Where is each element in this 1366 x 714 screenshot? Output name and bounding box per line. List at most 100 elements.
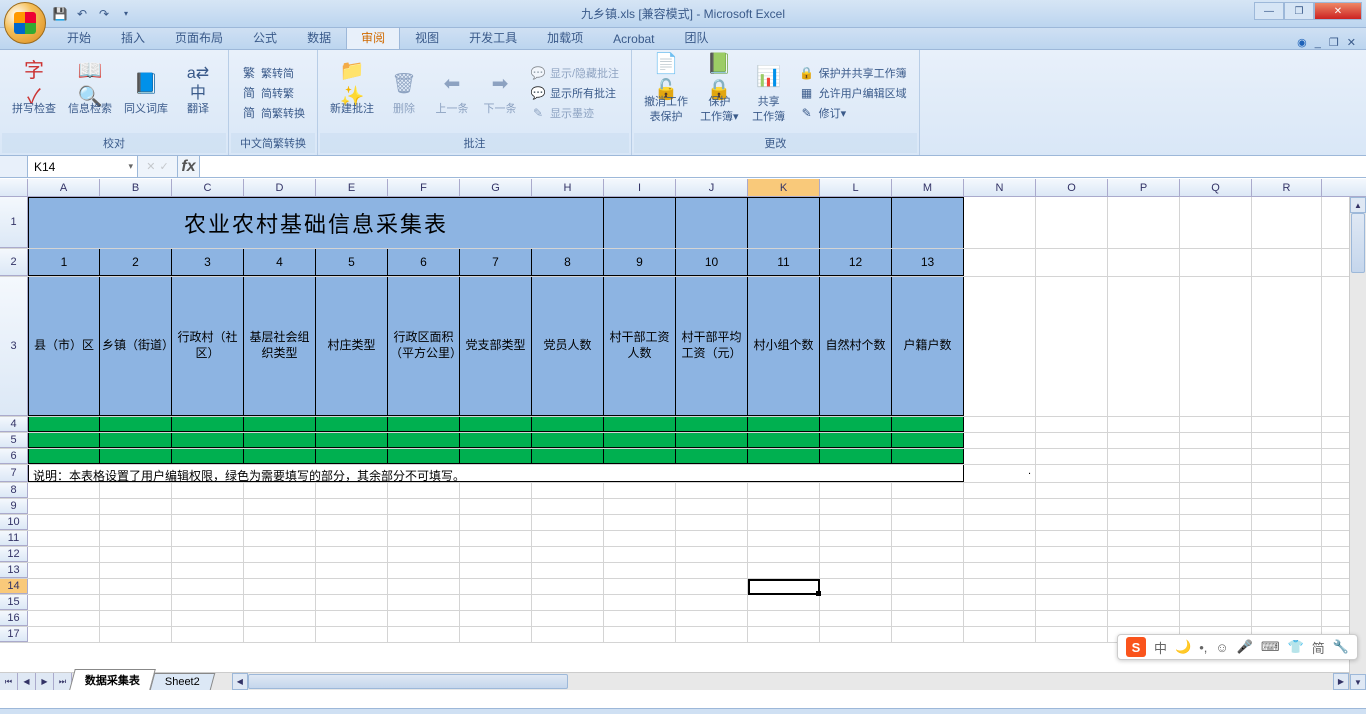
- tab-developer[interactable]: 开发工具: [454, 25, 532, 49]
- tab-review[interactable]: 审阅: [346, 25, 400, 49]
- data-cell[interactable]: [748, 433, 820, 448]
- data-cell[interactable]: [316, 449, 388, 464]
- data-cell[interactable]: [172, 433, 244, 448]
- track-changes-button[interactable]: ✎修订▾: [795, 104, 911, 122]
- col-header[interactable]: G: [460, 179, 532, 196]
- close-button[interactable]: ✕: [1314, 2, 1362, 20]
- doc-restore-icon[interactable]: ❐: [1329, 36, 1339, 49]
- data-cell[interactable]: [244, 449, 316, 464]
- data-cell[interactable]: [316, 433, 388, 448]
- col-header[interactable]: N: [964, 179, 1036, 196]
- row-header[interactable]: 15: [0, 595, 28, 610]
- data-cell[interactable]: [676, 417, 748, 432]
- data-cell[interactable]: [100, 417, 172, 432]
- data-cell[interactable]: [316, 417, 388, 432]
- sheet-nav-first-icon[interactable]: ⏮: [0, 673, 18, 690]
- sogou-logo-icon[interactable]: S: [1126, 637, 1146, 657]
- spreadsheet-grid[interactable]: A B C D E F G H I J K L M N O P Q R 1 农业…: [0, 179, 1366, 690]
- col-header[interactable]: H: [532, 179, 604, 196]
- scroll-left-icon[interactable]: ◀: [232, 673, 248, 690]
- data-cell[interactable]: [820, 417, 892, 432]
- ime-simp[interactable]: 简: [1312, 638, 1325, 657]
- tab-data[interactable]: 数据: [292, 25, 346, 49]
- col-header[interactable]: D: [244, 179, 316, 196]
- name-box[interactable]: K14: [28, 156, 138, 177]
- scroll-up-icon[interactable]: ▲: [1350, 197, 1366, 213]
- row-header[interactable]: 1: [0, 197, 28, 248]
- data-cell[interactable]: [388, 417, 460, 432]
- row-header[interactable]: 17: [0, 627, 28, 642]
- data-cell[interactable]: [460, 417, 532, 432]
- row-header[interactable]: 8: [0, 483, 28, 498]
- ime-mic-icon[interactable]: 🎤: [1237, 639, 1253, 655]
- data-cell[interactable]: [244, 433, 316, 448]
- data-cell[interactable]: [748, 417, 820, 432]
- data-cell[interactable]: [100, 449, 172, 464]
- share-workbook-button[interactable]: 📊共享工作簿: [747, 59, 791, 126]
- data-cell[interactable]: [100, 433, 172, 448]
- scroll-thumb[interactable]: [248, 674, 568, 689]
- data-cell[interactable]: [892, 449, 964, 464]
- row-header[interactable]: 9: [0, 499, 28, 514]
- doc-minimize-icon[interactable]: _: [1315, 37, 1321, 49]
- research-button[interactable]: 📖🔍信息检索: [64, 66, 116, 118]
- row-header[interactable]: 6: [0, 449, 28, 464]
- ime-keyboard-icon[interactable]: ⌨: [1261, 639, 1280, 655]
- col-header[interactable]: Q: [1180, 179, 1252, 196]
- data-cell[interactable]: [28, 433, 100, 448]
- spellcheck-button[interactable]: 字✓拼写检查: [8, 66, 60, 118]
- unprotect-sheet-button[interactable]: 📄🔓撤消工作表保护: [640, 59, 692, 126]
- maximize-button[interactable]: ❐: [1284, 2, 1314, 20]
- sheet-tab-1[interactable]: 数据采集表: [69, 669, 156, 690]
- trad-to-simp-button[interactable]: 繁繁转简: [237, 64, 309, 82]
- col-header[interactable]: K: [748, 179, 820, 196]
- prev-comment-button[interactable]: ⬅上一条: [430, 66, 474, 118]
- doc-close-icon[interactable]: ✕: [1347, 36, 1356, 49]
- data-cell[interactable]: [604, 417, 676, 432]
- ime-toolbar[interactable]: S 中 🌙 •, ☺ 🎤 ⌨ 👕 简 🔧: [1117, 634, 1358, 660]
- vertical-scrollbar[interactable]: ▲ ▼: [1349, 197, 1366, 690]
- data-cell[interactable]: [532, 417, 604, 432]
- data-cell[interactable]: [604, 433, 676, 448]
- ime-punct-icon[interactable]: •,: [1199, 640, 1207, 655]
- data-cell[interactable]: [172, 449, 244, 464]
- row-header[interactable]: 2: [0, 249, 28, 276]
- col-header[interactable]: M: [892, 179, 964, 196]
- translate-button[interactable]: a⇄中翻译: [176, 66, 220, 118]
- convert-button[interactable]: 简简繁转换: [237, 104, 309, 122]
- delete-comment-button[interactable]: 🗑删除: [382, 66, 426, 118]
- allow-edit-ranges-button[interactable]: ▦允许用户编辑区域: [795, 84, 911, 102]
- data-cell[interactable]: [388, 433, 460, 448]
- qat-undo-icon[interactable]: ↶: [74, 6, 90, 22]
- row-header[interactable]: 5: [0, 433, 28, 448]
- show-ink-button[interactable]: ✎显示墨迹: [526, 104, 623, 122]
- show-hide-comment-button[interactable]: 💬显示/隐藏批注: [526, 64, 623, 82]
- ime-moon-icon[interactable]: 🌙: [1175, 639, 1191, 655]
- col-header[interactable]: R: [1252, 179, 1322, 196]
- data-cell[interactable]: [676, 433, 748, 448]
- data-cell[interactable]: [460, 449, 532, 464]
- col-header[interactable]: E: [316, 179, 388, 196]
- data-cell[interactable]: [820, 433, 892, 448]
- data-cell[interactable]: [892, 433, 964, 448]
- row-header[interactable]: 3: [0, 277, 28, 416]
- row-header[interactable]: 13: [0, 563, 28, 578]
- row-header[interactable]: 14: [0, 579, 28, 594]
- scroll-down-icon[interactable]: ▼: [1350, 674, 1366, 690]
- col-header[interactable]: I: [604, 179, 676, 196]
- select-all-corner[interactable]: [0, 179, 28, 196]
- sheet-nav-next-icon[interactable]: ▶: [36, 673, 54, 690]
- data-cell[interactable]: [28, 449, 100, 464]
- row-header[interactable]: 16: [0, 611, 28, 626]
- thesaurus-button[interactable]: 📘同义词库: [120, 66, 172, 118]
- data-cell[interactable]: [604, 449, 676, 464]
- scroll-thumb[interactable]: [1351, 213, 1365, 273]
- office-button[interactable]: [4, 2, 46, 44]
- col-header[interactable]: P: [1108, 179, 1180, 196]
- simp-to-trad-button[interactable]: 简简转繁: [237, 84, 309, 102]
- col-header[interactable]: A: [28, 179, 100, 196]
- tab-team[interactable]: 团队: [670, 25, 724, 49]
- data-cell[interactable]: [892, 417, 964, 432]
- row-header[interactable]: 12: [0, 547, 28, 562]
- data-cell[interactable]: [748, 449, 820, 464]
